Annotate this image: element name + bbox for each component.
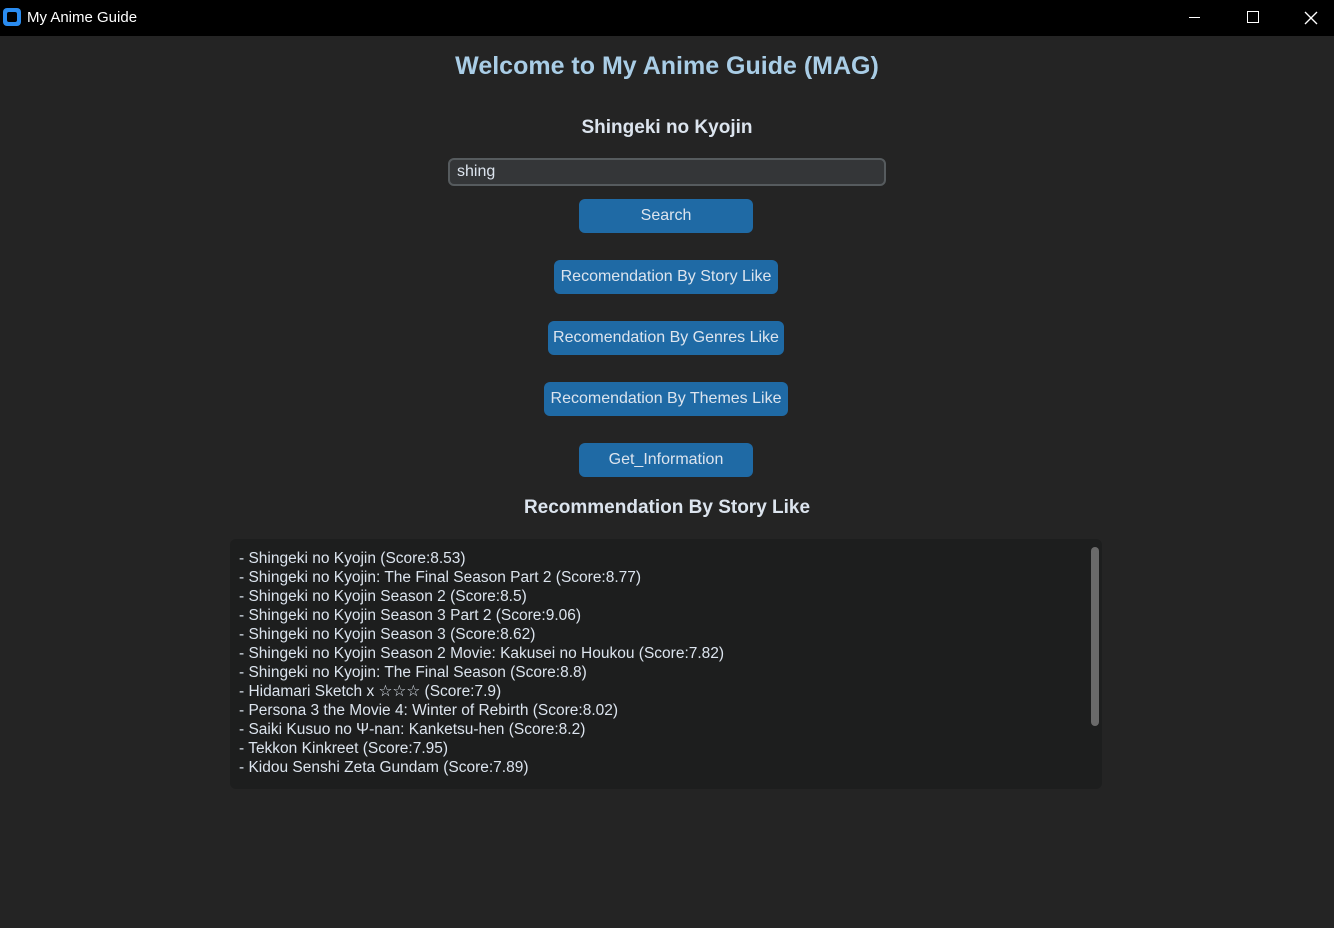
recommend-by-genres-button[interactable]: Recomendation By Genres Like [548, 321, 784, 355]
result-item: - Saiki Kusuo no Ψ-nan: Kanketsu-hen (Sc… [239, 721, 586, 738]
minimize-button[interactable] [1166, 0, 1224, 36]
result-item: - Shingeki no Kyojin Season 2 (Score:8.5… [239, 588, 527, 605]
recommend-by-themes-button[interactable]: Recomendation By Themes Like [544, 382, 788, 416]
result-item: - Hidamari Sketch x ☆☆☆ (Score:7.9) [239, 683, 502, 700]
results-scrollbar[interactable] [1091, 547, 1099, 726]
result-item: - Shingeki no Kyojin: The Final Season (… [239, 664, 587, 681]
window-title: My Anime Guide [27, 9, 138, 26]
title-bar: My Anime Guide [0, 0, 1334, 36]
recommend-by-story-button[interactable]: Recomendation By Story Like [554, 260, 778, 294]
result-item: - Shingeki no Kyojin Season 3 (Score:8.6… [239, 626, 536, 643]
maximize-button[interactable] [1224, 0, 1282, 36]
app-heading: Welcome to My Anime Guide (MAG) [455, 52, 879, 80]
result-item: - Persona 3 the Movie 4: Winter of Rebir… [239, 702, 619, 719]
close-icon [1304, 11, 1318, 25]
result-item: - Tekkon Kinkreet (Score:7.95) [239, 740, 449, 757]
search-input[interactable] [448, 158, 886, 186]
result-item: - Shingeki no Kyojin Season 3 Part 2 (Sc… [239, 607, 582, 624]
search-button[interactable]: Search [579, 199, 753, 233]
result-item: - Shingeki no Kyojin: The Final Season P… [239, 569, 642, 586]
results-textbox[interactable]: - Shingeki no Kyojin (Score:8.53) - Shing… [230, 539, 1102, 789]
results-list: - Shingeki no Kyojin (Score:8.53) - Shing… [239, 549, 724, 777]
result-item: - Kidou Senshi Zeta Gundam (Score:7.89) [239, 759, 529, 776]
result-item: - Shingeki no Kyojin (Score:8.53) [239, 550, 466, 567]
get-information-button[interactable]: Get_Information [579, 443, 753, 477]
results-heading: Recommendation By Story Like [523, 497, 811, 518]
close-button[interactable] [1282, 0, 1334, 36]
main-content: Welcome to My Anime Guide (MAG) Shingeki… [0, 36, 1334, 928]
app-icon [3, 8, 21, 26]
result-item: - Shingeki no Kyojin Season 2 Movie: Kak… [239, 645, 725, 662]
selected-anime-title: Shingeki no Kyojin [581, 117, 753, 138]
